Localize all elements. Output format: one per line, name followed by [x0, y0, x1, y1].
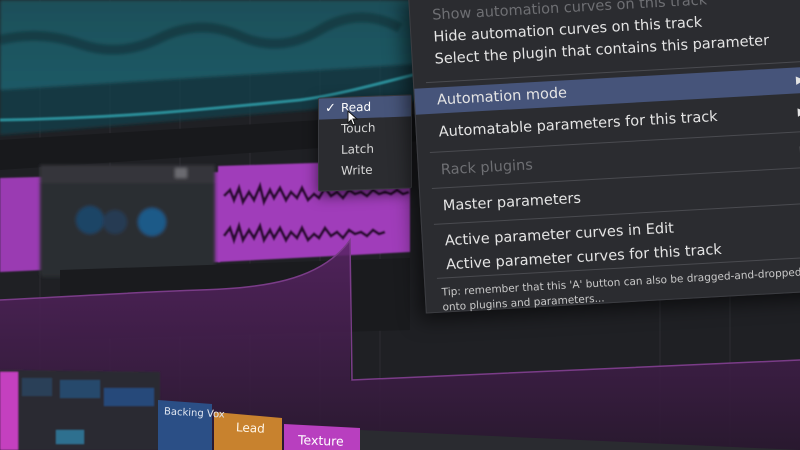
- mouse-pointer-icon: [347, 110, 359, 126]
- submenu-item-label: Write: [341, 162, 373, 178]
- lead-label: Lead: [235, 420, 266, 436]
- submenu-item-write[interactable]: Write: [319, 158, 411, 182]
- automation-mode-submenu: ✓ Read Touch Latch Write: [318, 94, 412, 192]
- submenu-item-label: Latch: [341, 141, 374, 157]
- menu-item-label: Rack plugins: [440, 157, 534, 179]
- bottom-clips: [0, 370, 160, 450]
- right-triangle-icon: ▶: [795, 73, 800, 87]
- plugin-window: [40, 165, 215, 277]
- checkmark-icon: ✓: [325, 101, 336, 117]
- menu-item-label: Master parameters: [442, 190, 582, 215]
- menu-item-label: Automation mode: [436, 85, 568, 109]
- texture-label: Texture: [297, 432, 345, 449]
- automation-context-menu: Show automation curves on this track Hid…: [408, 0, 800, 314]
